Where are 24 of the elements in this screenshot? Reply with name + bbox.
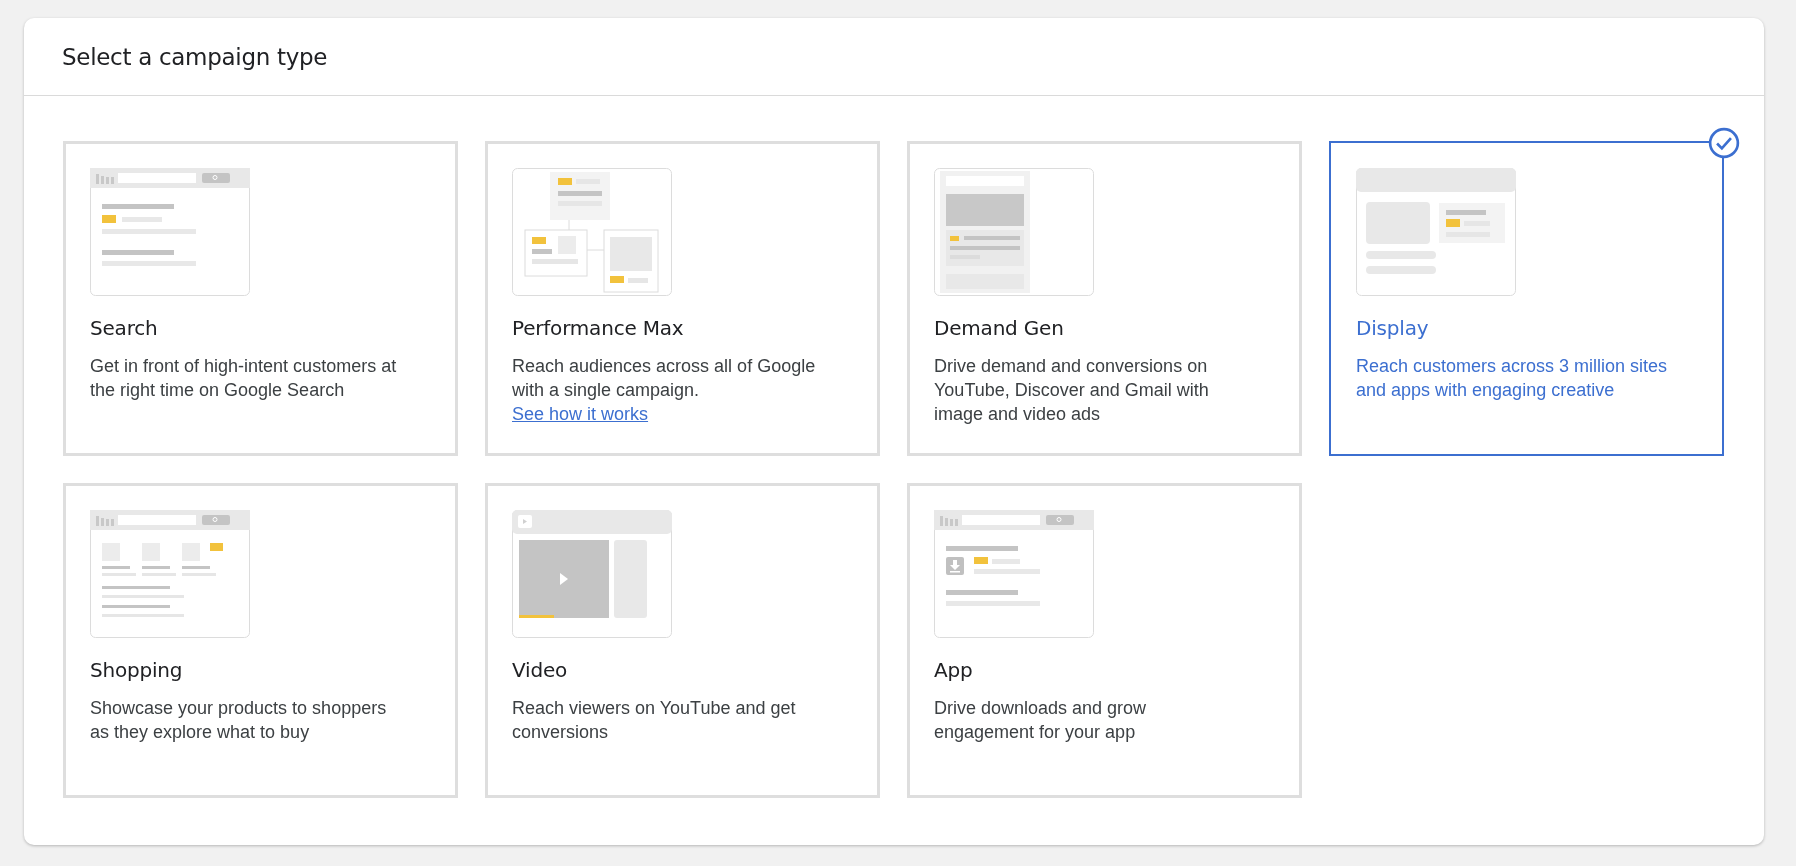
campaign-type-title: Shopping xyxy=(90,658,184,682)
campaign-type-card[interactable]: App Drive downloads and grow engagement for your app xyxy=(907,483,1302,798)
campaign-type-title: Video xyxy=(512,658,569,682)
campaign-type-card[interactable]: Search Get in front of high-intent customers at the right time on Google Search xyxy=(63,141,458,456)
campaign-type-title: Search xyxy=(90,316,159,340)
checkmark-icon xyxy=(1708,127,1740,159)
campaign-type-title: Display xyxy=(1356,316,1430,340)
campaign-type-description: Reach viewers on YouTube and get conversions xyxy=(512,697,797,744)
campaign-type-description: Get in front of high-intent customers at the right time on Google Search xyxy=(90,355,398,402)
campaign-type-description: Drive demand and conversions on YouTube, Discover and Gmail with image and video ads xyxy=(934,355,1210,426)
campaign-type-description: Drive downloads and grow engagement for your app xyxy=(934,697,1148,744)
campaign-type-card[interactable]: Performance Max Reach audiences across all of Google with a single campaign. See how it works xyxy=(485,141,880,456)
see-how-it-works-link[interactable]: See how it works xyxy=(512,404,649,424)
campaign-type-card[interactable]: Shopping Showcase your products to shoppers as they explore what to buy xyxy=(63,483,458,798)
campaign-type-description: Reach audiences across all of Google with a single campaign. See how it works xyxy=(512,355,817,426)
campaign-type-card[interactable]: Video Reach viewers on YouTube and get conversions xyxy=(485,483,880,798)
campaign-type-description: Showcase your products to shoppers as they explore what to buy xyxy=(90,697,388,744)
campaign-type-title: App xyxy=(934,658,974,682)
dialog-title: Select a campaign type xyxy=(62,43,328,70)
campaign-type-title: Performance Max xyxy=(512,316,685,340)
campaign-type-description: Reach customers across 3 million sites and apps with engaging creative xyxy=(1356,355,1668,402)
campaign-type-card[interactable]: Demand Gen Drive demand and conversions on YouTube, Discover and Gmail with image and video ads xyxy=(907,141,1302,456)
campaign-type-title: Demand Gen xyxy=(934,316,1065,340)
campaign-type-card[interactable]: Display Reach customers across 3 million sites and apps with engaging creative xyxy=(1329,141,1724,456)
